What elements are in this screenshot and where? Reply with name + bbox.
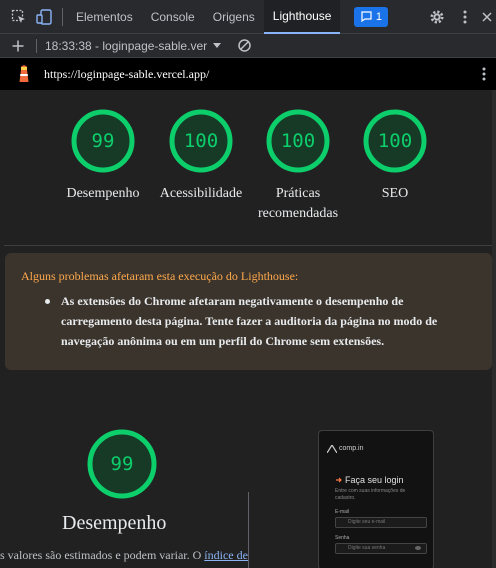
- plus-icon: [12, 40, 24, 51]
- report-url[interactable]: https://loginpage-sable.vercel.app/: [44, 67, 209, 82]
- device-toolbar-button[interactable]: [32, 0, 58, 34]
- lighthouse-toolbar: 18:33:38 - loginpage-sable.ver: [0, 34, 496, 58]
- score-value: 100: [377, 130, 413, 152]
- kebab-menu-icon[interactable]: [482, 67, 486, 81]
- warning-item: As extensões do Chrome afetaram negativa…: [61, 294, 438, 348]
- preview-title: Faça seu login: [345, 475, 404, 485]
- preview-subtitle: Entre com suas informações de cadastro.: [335, 488, 406, 501]
- warning-title: Alguns problemas afetaram esta execução …: [21, 269, 299, 283]
- warning-box: Alguns problemas afetaram esta execução …: [5, 253, 492, 370]
- more-options-button[interactable]: [456, 0, 474, 34]
- score-label: SEO: [381, 186, 409, 201]
- message-icon: [361, 11, 372, 22]
- score-gauge-best-practices[interactable]: 100: [265, 108, 331, 174]
- bullet-icon: [45, 299, 50, 304]
- issues-count: 1: [375, 10, 383, 23]
- score-value: 99: [91, 130, 115, 152]
- scrollbar[interactable]: [492, 90, 496, 568]
- cursor-select-icon: [11, 9, 25, 23]
- score-gauge-performance[interactable]: 99: [70, 108, 136, 174]
- score-gauge-seo[interactable]: 100: [362, 108, 428, 174]
- login-arrow-icon: [336, 477, 342, 483]
- toolbar-divider: [36, 38, 37, 53]
- tab-console[interactable]: Console: [142, 0, 204, 34]
- score-value: 100: [183, 130, 219, 152]
- report-select-value: 18:33:38 - loginpage-sable.ver: [45, 38, 208, 53]
- dropdown-arrow-icon: [213, 42, 222, 48]
- score-gauge-accessibility[interactable]: 100: [168, 108, 234, 174]
- logo-icon: [327, 445, 337, 453]
- performance-gauge[interactable]: 99: [86, 428, 158, 500]
- preview-password-label: Senha: [335, 535, 350, 541]
- inspect-element-button[interactable]: [6, 0, 32, 34]
- report-select[interactable]: 18:33:38 - loginpage-sable.ver: [43, 38, 222, 53]
- device-toggle-icon: [36, 8, 52, 25]
- gear-icon: [430, 10, 444, 24]
- footnote-text: s valores são estimados e podem variar. …: [0, 548, 205, 562]
- new-report-button[interactable]: [0, 34, 36, 58]
- issues-badge[interactable]: 1: [354, 6, 389, 27]
- final-screenshot-thumbnail[interactable]: comp.in Faça seu login Entre com suas in…: [318, 430, 434, 568]
- tab-origens[interactable]: Origens: [204, 0, 264, 34]
- close-icon: [482, 12, 492, 22]
- close-devtools-button[interactable]: [478, 0, 496, 34]
- eye-icon: [415, 546, 421, 550]
- report-url-bar: https://loginpage-sable.vercel.app/: [0, 58, 496, 90]
- score-label: Desempenho: [66, 186, 140, 201]
- metrics-footnote: s valores são estimados e podem variar. …: [0, 548, 248, 563]
- section-divider: [4, 245, 492, 246]
- devtools-tabbar: Elementos Console Origens Lighthouse 1: [0, 0, 496, 34]
- preview-logo: comp.in: [339, 445, 364, 452]
- clear-icon: [237, 39, 251, 52]
- score-index-link[interactable]: índice de: [204, 548, 248, 562]
- preview-email-label: E-mail: [335, 509, 350, 515]
- lighthouse-logo-icon: [19, 65, 29, 82]
- toolbar-divider: [62, 7, 63, 26]
- preview-email-field: Digite seu e-mail: [335, 517, 427, 528]
- clear-reports-button[interactable]: [235, 34, 253, 58]
- tab-elementos[interactable]: Elementos: [67, 0, 142, 34]
- settings-button[interactable]: [426, 0, 448, 34]
- score-label: Acessibilidade: [159, 186, 243, 201]
- score-label: Práticas recomendadas: [257, 186, 339, 221]
- tab-lighthouse[interactable]: Lighthouse: [263, 0, 341, 34]
- performance-score: 99: [110, 453, 134, 475]
- performance-title: Desempenho: [62, 512, 167, 534]
- score-value: 100: [280, 130, 316, 152]
- column-divider: [248, 492, 249, 568]
- lighthouse-report: 99 Desempenho 100 Acessibilidade 100 Prá…: [0, 90, 492, 568]
- preview-password-field: Digite sua senha: [335, 543, 427, 554]
- kebab-menu-icon: [463, 10, 467, 24]
